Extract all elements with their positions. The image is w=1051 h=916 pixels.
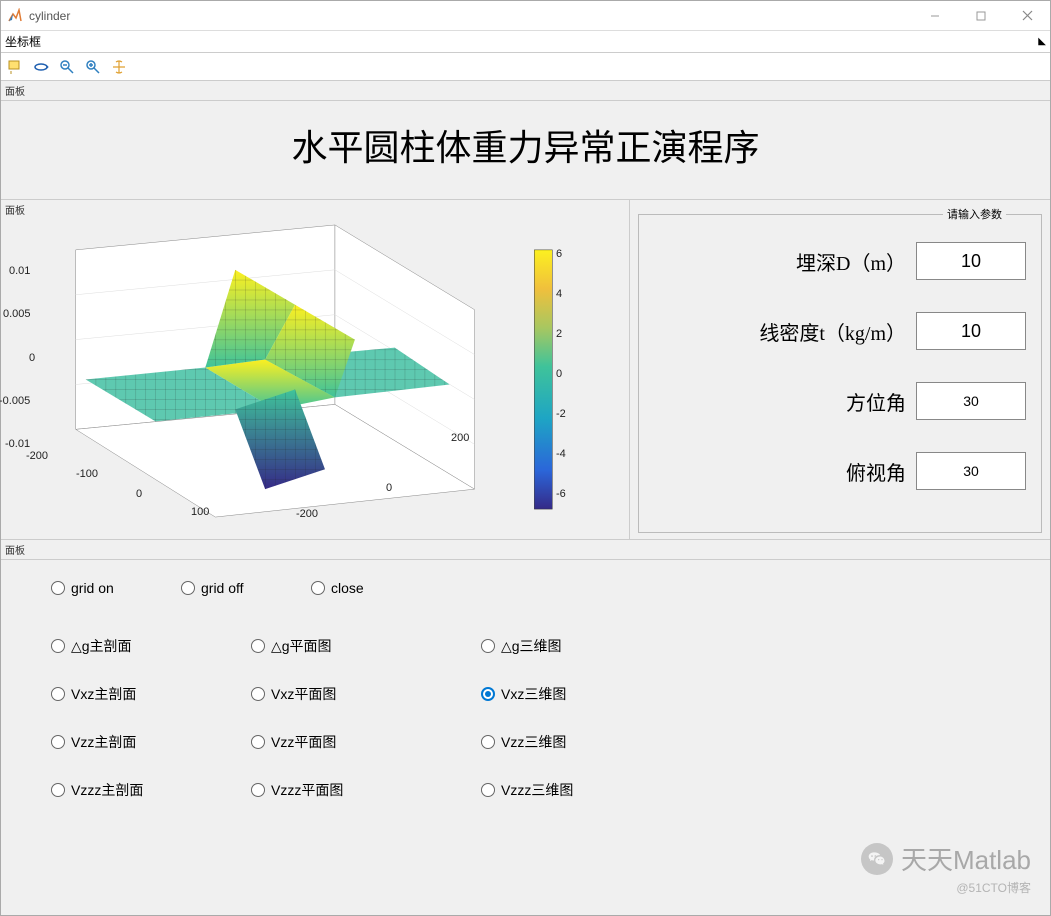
y-tick: 0 — [386, 482, 392, 494]
radio-icon — [481, 639, 495, 653]
param-panel: 请输入参数 埋深D（m） 线密度t（kg/m） 方位角 俯视角 — [630, 200, 1050, 539]
pan-icon[interactable] — [109, 57, 129, 77]
y-tick: 200 — [451, 432, 469, 444]
page-title: 水平圆柱体重力异常正演程序 — [1, 101, 1050, 200]
y-tick: -200 — [296, 508, 318, 520]
window-controls — [912, 1, 1050, 31]
radio-icon — [481, 783, 495, 797]
radio-vxz-plan[interactable]: Vxz平面图 — [251, 684, 481, 704]
radio-icon — [251, 687, 265, 701]
panel-label-title: 面板 — [1, 81, 1050, 101]
radio-dg-plan[interactable]: △g平面图 — [251, 636, 481, 656]
density-input[interactable] — [916, 312, 1026, 350]
cbar-tick: 2 — [556, 328, 562, 340]
z-tick: 0.01 — [9, 265, 30, 277]
radio-vzz-profile[interactable]: Vzz主剖面 — [51, 732, 251, 752]
radio-vzz-3d[interactable]: Vzz三维图 — [481, 732, 711, 752]
panel-label-bottom: 面板 — [1, 540, 1050, 560]
radio-icon — [251, 639, 265, 653]
radio-icon — [51, 581, 65, 595]
params-fieldset: 请输入参数 埋深D（m） 线密度t（kg/m） 方位角 俯视角 — [638, 206, 1042, 533]
elevation-input[interactable] — [916, 452, 1026, 490]
radio-icon — [51, 687, 65, 701]
cbar-tick: -2 — [556, 408, 566, 420]
params-legend: 请输入参数 — [943, 206, 1006, 222]
radio-icon — [51, 639, 65, 653]
cbar-tick: 4 — [556, 288, 562, 300]
z-tick: 0 — [29, 352, 35, 364]
radio-icon — [251, 735, 265, 749]
axes-3d[interactable]: 0.01 0.005 0 -0.005 -0.01 -200 -100 0 10… — [1, 210, 629, 539]
x-tick: -200 — [26, 450, 48, 462]
window-title: cylinder — [29, 9, 70, 23]
z-tick: 0.005 — [3, 308, 31, 320]
minimize-button[interactable] — [912, 1, 958, 31]
radio-vzzz-plan[interactable]: Vzzz平面图 — [251, 780, 481, 800]
x-tick: 100 — [191, 506, 209, 518]
toolbar — [1, 53, 1050, 81]
radio-icon — [51, 783, 65, 797]
radio-vzzz-profile[interactable]: Vzzz主剖面 — [51, 780, 251, 800]
depth-input[interactable] — [916, 242, 1026, 280]
radio-close[interactable]: close — [311, 580, 441, 596]
data-cursor-icon[interactable] — [5, 57, 25, 77]
rotate-3d-icon[interactable] — [31, 57, 51, 77]
matlab-icon — [7, 8, 23, 24]
azimuth-label: 方位角 — [846, 387, 906, 416]
middle-row: 面板 — [1, 200, 1050, 540]
bottom-panel: 面板 grid on grid off close △g主剖面 △g平 — [1, 540, 1050, 915]
app-window: cylinder 坐标框 ◣ — [0, 0, 1051, 916]
radio-vzz-plan[interactable]: Vzz平面图 — [251, 732, 481, 752]
radio-grid-off[interactable]: grid off — [181, 580, 311, 596]
z-tick: -0.01 — [5, 438, 30, 450]
radio-icon — [51, 735, 65, 749]
cbar-tick: 0 — [556, 368, 562, 380]
radio-dg-3d[interactable]: △g三维图 — [481, 636, 711, 656]
menu-overflow-icon[interactable]: ◣ — [1038, 36, 1050, 47]
cbar-tick: -6 — [556, 488, 566, 500]
azimuth-input[interactable] — [916, 382, 1026, 420]
zoom-in-icon[interactable] — [83, 57, 103, 77]
cbar-tick: 6 — [556, 248, 562, 260]
z-tick: -0.005 — [0, 395, 30, 407]
density-label: 线密度t（kg/m） — [759, 317, 906, 346]
radio-icon — [311, 581, 325, 595]
menubar: 坐标框 ◣ — [1, 31, 1050, 53]
x-tick: 0 — [136, 488, 142, 500]
elevation-label: 俯视角 — [846, 457, 906, 486]
depth-label: 埋深D（m） — [796, 247, 906, 276]
radio-icon — [181, 581, 195, 595]
plot-panel: 面板 — [1, 200, 630, 539]
radio-grid-on[interactable]: grid on — [51, 580, 181, 596]
radio-vzzz-3d[interactable]: Vzzz三维图 — [481, 780, 711, 800]
menu-item-axes[interactable]: 坐标框 — [5, 33, 41, 50]
radio-vxz-profile[interactable]: Vxz主剖面 — [51, 684, 251, 704]
radio-icon — [481, 687, 495, 701]
radio-dg-profile[interactable]: △g主剖面 — [51, 636, 251, 656]
radio-icon — [251, 783, 265, 797]
x-tick: -100 — [76, 468, 98, 480]
close-button[interactable] — [1004, 1, 1050, 31]
radio-icon — [481, 735, 495, 749]
zoom-out-icon[interactable] — [57, 57, 77, 77]
radio-vxz-3d[interactable]: Vxz三维图 — [481, 684, 711, 704]
maximize-button[interactable] — [958, 1, 1004, 31]
titlebar: cylinder — [1, 1, 1050, 31]
cbar-tick: -4 — [556, 448, 566, 460]
